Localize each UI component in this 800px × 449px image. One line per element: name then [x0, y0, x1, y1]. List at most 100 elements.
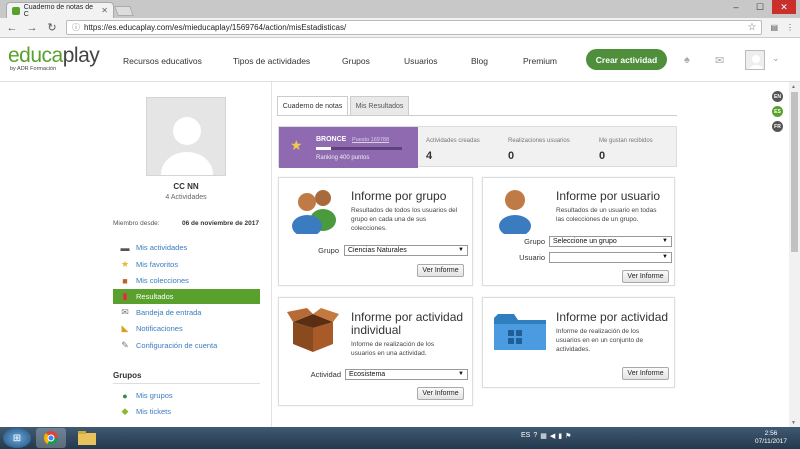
nav-grupos[interactable]: Grupos: [342, 56, 370, 66]
member-since-label: Miembro desde:: [113, 220, 160, 227]
activity-field-label: Actividad: [310, 370, 341, 379]
file-explorer-taskbar-icon[interactable]: [72, 428, 102, 448]
sidebar-item-configuracion[interactable]: ✎ Configuración de cuenta: [113, 338, 260, 353]
stat-label-me-gustan: Me gustan recibidos: [599, 138, 653, 144]
clock-time: 2:56: [764, 430, 778, 437]
sidebar-item-label: Mis grupos: [136, 391, 173, 400]
nav-blog[interactable]: Blog: [471, 56, 488, 66]
group-report-button[interactable]: Ver Informe: [417, 264, 464, 277]
sidebar-item-mis-favoritos[interactable]: ★ Mis favoritos: [113, 257, 260, 272]
activity-individual-report-button[interactable]: Ver Informe: [417, 387, 464, 400]
level-badge: ★ BRONCE Puesto 169788 Ranking 400 punto…: [279, 127, 418, 168]
sidebar-item-mis-colecciones[interactable]: ■ Mis colecciones: [113, 273, 260, 288]
report-activity-set-title: Informe por actividad: [556, 310, 669, 324]
input-language[interactable]: ES: [521, 432, 530, 440]
url-text: https://es.educaplay.com/es/mieducaplay/…: [84, 23, 347, 32]
sidebar-item-label: Bandeja de entrada: [136, 308, 202, 317]
windows-taskbar: ⊞ ES ? ▦ ◀ ▮ ⚑ 2:56 07/11/2017: [0, 427, 800, 449]
browser-tab[interactable]: Cuaderno de notas de C ✕: [6, 2, 114, 18]
extension-icon[interactable]: ▤: [770, 23, 778, 32]
browser-tabstrip: Cuaderno de notas de C ✕ – ☐ ✕: [0, 0, 800, 18]
chevron-down-icon[interactable]: ⌄: [772, 53, 780, 64]
close-tab-icon[interactable]: ✕: [101, 6, 108, 15]
profile-name: CC NN: [173, 182, 199, 191]
envelope-icon: ✉: [121, 307, 129, 317]
sidebar-item-mis-grupos[interactable]: ● Mis grupos: [113, 388, 260, 403]
sidebar-item-mis-tickets[interactable]: ◆ Mis tickets: [113, 404, 260, 419]
scroll-up-arrow-icon[interactable]: ▲: [791, 84, 796, 90]
tab-mis-resultados[interactable]: Mis Resultados: [350, 96, 409, 115]
group-users-icon: [292, 190, 336, 234]
browser-menu-icon[interactable]: ⋮: [786, 23, 794, 32]
forward-icon[interactable]: →: [26, 22, 38, 34]
new-tab-button[interactable]: [114, 6, 134, 16]
help-icon[interactable]: ?: [533, 432, 537, 440]
sidebar-item-resultados[interactable]: ▮ Resultados: [113, 289, 260, 304]
nav-tipos-de-actividades[interactable]: Tipos de actividades: [233, 56, 310, 66]
report-activity-set-desc-3: actividades.: [556, 346, 591, 353]
box-icon: ■: [122, 275, 128, 286]
back-icon[interactable]: ←: [6, 22, 18, 34]
nav-recursos-educativos[interactable]: Recursos educativos: [123, 56, 202, 66]
nav-usuarios[interactable]: Usuarios: [404, 56, 438, 66]
activity-select[interactable]: Ecosistema ▼: [345, 369, 468, 380]
user-group-select[interactable]: Seleccione un grupo ▼: [549, 236, 672, 247]
battery-icon[interactable]: ▮: [558, 432, 562, 440]
chrome-taskbar-icon[interactable]: [36, 428, 66, 448]
sidebar-item-label: Mis tickets: [136, 407, 172, 416]
lang-en[interactable]: EN: [772, 91, 783, 102]
report-activity-individual-card: Informe por actividad individual Informe…: [278, 297, 473, 406]
sidebar-item-label: Mis favoritos: [136, 260, 179, 269]
taskbar-clock[interactable]: 2:56 07/11/2017: [746, 430, 796, 446]
dropdown-arrow-icon: ▼: [458, 371, 464, 377]
wrench-icon: ✎: [121, 340, 129, 350]
profile-activities-count: 4 Actividades: [165, 194, 207, 201]
report-activity-set-desc-2: usuarios en en un conjunto de: [556, 337, 644, 344]
volume-icon[interactable]: ◀: [550, 432, 555, 440]
dropdown-arrow-icon: ▼: [662, 238, 668, 244]
ranking-position-link[interactable]: Puesto 169788: [352, 137, 389, 143]
sidebar-item-label: Resultados: [136, 292, 174, 301]
user-select[interactable]: ▼: [549, 252, 672, 263]
lang-es[interactable]: ES: [772, 106, 783, 117]
create-activity-button[interactable]: Crear actividad: [586, 49, 667, 70]
report-group-desc-3: colecciones.: [351, 225, 387, 232]
maximize-icon[interactable]: ☐: [748, 0, 772, 14]
messages-envelope-icon[interactable]: ✉: [715, 54, 724, 67]
user-icon: [499, 190, 531, 234]
sidebar-item-notificaciones[interactable]: ◣ Notificaciones: [113, 321, 260, 336]
nav-premium[interactable]: Premium: [523, 56, 557, 66]
educaplay-logo[interactable]: educaplay: [8, 45, 100, 66]
window-close-icon[interactable]: ✕: [772, 0, 796, 14]
scroll-down-arrow-icon[interactable]: ▼: [791, 420, 796, 426]
report-activity-set-card: Informe por actividad Informe de realiza…: [482, 297, 675, 388]
logo-subtitle: by ADR Formación: [10, 66, 57, 72]
tab-cuaderno-de-notas[interactable]: Cuaderno de notas: [277, 96, 348, 115]
minimize-icon[interactable]: –: [724, 0, 748, 14]
favicon-icon: [12, 6, 20, 15]
user-field-label: Usuario: [519, 253, 545, 262]
info-icon[interactable]: ⓘ: [72, 22, 80, 33]
lang-fr[interactable]: FR: [772, 121, 783, 132]
start-button[interactable]: ⊞: [3, 428, 31, 448]
scrollbar-thumb[interactable]: [791, 92, 798, 252]
group-select[interactable]: Ciencias Naturales ▼: [344, 245, 468, 256]
report-group-desc-2: grupo en cada una de sus: [351, 216, 427, 223]
address-bar[interactable]: ⓘ https://es.educaplay.com/es/mieducapla…: [66, 20, 763, 35]
user-avatar[interactable]: [745, 50, 765, 70]
window-controls: – ☐ ✕: [724, 0, 796, 14]
level-progress-fill: [316, 147, 331, 150]
reload-icon[interactable]: ↻: [46, 21, 58, 34]
report-activity-individual-desc-1: Informe de realización de los: [351, 341, 435, 348]
network-icon[interactable]: ▦: [540, 432, 547, 440]
sidebar-item-mis-actividades[interactable]: ▬ Mis actividades: [113, 240, 260, 255]
bar-chart-icon: ▮: [122, 291, 128, 301]
notifications-bell-icon[interactable]: ♠: [684, 54, 690, 66]
bookmark-star-icon[interactable]: ☆: [747, 22, 756, 33]
user-report-button[interactable]: Ver Informe: [622, 270, 669, 283]
flag-icon[interactable]: ⚑: [565, 432, 571, 440]
activities-icon: ▬: [120, 242, 130, 253]
sidebar-item-bandeja-de-entrada[interactable]: ✉ Bandeja de entrada: [113, 305, 260, 320]
star-icon: ★: [120, 259, 130, 269]
activity-set-report-button[interactable]: Ver Informe: [622, 367, 669, 380]
